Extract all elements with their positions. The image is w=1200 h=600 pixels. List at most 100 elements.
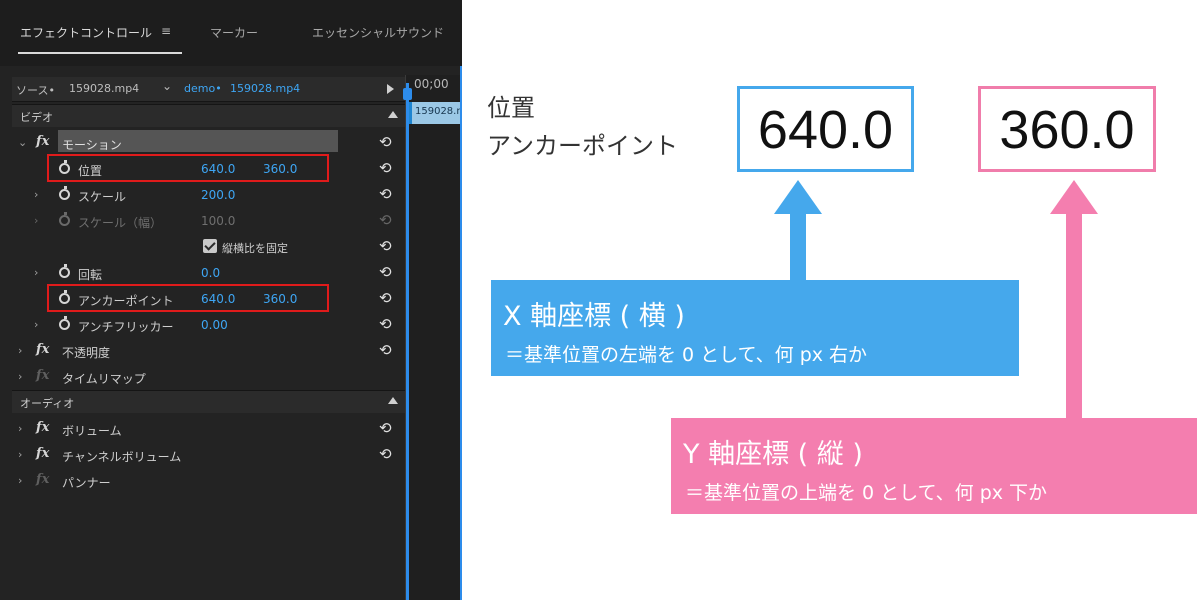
y-value-box: 360.0 xyxy=(978,86,1156,172)
source-file[interactable]: 159028.mp4 xyxy=(69,82,139,95)
stopwatch-icon xyxy=(59,212,70,226)
chevron-down-icon[interactable]: ⌄ xyxy=(18,136,27,149)
sequence-file[interactable]: 159028.mp4 xyxy=(230,82,300,95)
reset-icon[interactable]: ⟲ xyxy=(379,133,392,151)
opacity-label: 不透明度 xyxy=(62,346,111,360)
anti-flicker-value[interactable]: 0.00 xyxy=(201,318,228,332)
effect-controls-panel: エフェクトコントロール ≡ マーカー エッセンシャルサウンド ソース• 1590… xyxy=(0,0,462,600)
stopwatch-icon[interactable] xyxy=(59,264,70,278)
anchor-point-highlight-box xyxy=(47,284,329,312)
scale-label: スケール xyxy=(78,190,127,204)
chevron-right-icon[interactable]: › xyxy=(34,266,38,279)
video-section-label: ビデオ xyxy=(20,111,53,124)
active-tab-indicator xyxy=(18,52,182,54)
property-row-uniform-scale: 縦横比を固定 ⟲ xyxy=(12,234,406,260)
tab-effect-controls[interactable]: エフェクトコントロール xyxy=(20,24,152,41)
property-row-anti-flicker: › アンチフリッカー 0.00 ⟲ xyxy=(12,312,406,338)
sequence-dropdown-icon[interactable]: ⌄ xyxy=(162,79,172,93)
sequence-label[interactable]: demo• xyxy=(184,82,222,95)
reset-icon[interactable]: ⟲ xyxy=(379,289,392,307)
panel-tab-bar: エフェクトコントロール ≡ マーカー エッセンシャルサウンド xyxy=(0,0,462,66)
uniform-scale-label: 縦横比を固定 xyxy=(222,242,288,255)
chevron-right-icon[interactable]: › xyxy=(18,370,22,383)
collapse-up-icon[interactable] xyxy=(388,111,398,118)
reset-icon[interactable]: ⟲ xyxy=(379,315,392,333)
position-highlight-box xyxy=(47,154,329,182)
y-axis-description: ＝基準位置の上端を 0 として、何 px 下か xyxy=(685,482,1048,504)
reset-icon[interactable]: ⟲ xyxy=(379,341,392,359)
x-axis-description: ＝基準位置の左端を 0 として、何 px 右か xyxy=(505,344,868,366)
arrow-y-shaft xyxy=(1066,212,1082,418)
chevron-right-icon: › xyxy=(34,214,39,227)
audio-section-label: オーディオ xyxy=(20,397,75,410)
scale-width-label: スケール（幅） xyxy=(78,216,163,230)
fx-icon[interactable]: fx xyxy=(36,134,49,149)
scale-value[interactable]: 200.0 xyxy=(201,188,235,202)
tab-markers[interactable]: マーカー xyxy=(210,24,258,41)
video-section-header[interactable]: ビデオ xyxy=(12,104,406,127)
property-row-scale: › スケール 200.0 ⟲ xyxy=(12,182,406,208)
mini-timeline[interactable]: 00;00 159028.m xyxy=(403,75,462,600)
stopwatch-icon[interactable] xyxy=(59,316,70,330)
reset-icon[interactable]: ⟲ xyxy=(379,419,392,437)
chevron-right-icon[interactable]: › xyxy=(34,318,38,331)
reset-icon[interactable]: ⟲ xyxy=(379,445,392,463)
chevron-right-icon[interactable]: › xyxy=(18,344,22,357)
source-label: ソース• xyxy=(16,84,55,97)
fx-icon: fx xyxy=(36,368,50,383)
rotation-label: 回転 xyxy=(78,268,103,282)
uniform-scale-checkbox[interactable] xyxy=(203,239,217,253)
arrow-x-shaft xyxy=(790,212,806,280)
timeline-clip-label: 159028.m xyxy=(415,106,462,117)
chevron-right-icon[interactable]: › xyxy=(18,448,22,461)
panel-focus-border xyxy=(460,66,462,600)
effect-row-panner[interactable]: › fx パンナー xyxy=(12,468,406,494)
explain-label-position: 位置 xyxy=(487,94,535,122)
x-value-box: 640.0 xyxy=(737,86,914,172)
property-row-scale-width: › スケール（幅） 100.0 ⟲ xyxy=(12,208,406,234)
volume-label: ボリューム xyxy=(62,424,122,438)
time-remap-label: タイムリマップ xyxy=(62,372,146,386)
fx-icon: fx xyxy=(36,472,50,487)
chevron-right-icon[interactable]: › xyxy=(18,422,22,435)
panel-menu-icon[interactable]: ≡ xyxy=(161,24,171,38)
y-axis-title: Y 軸座標 ( 縦 ) xyxy=(683,439,863,470)
reset-icon[interactable]: ⟲ xyxy=(379,185,392,203)
effect-row-channel-volume[interactable]: › fx チャンネルボリューム ⟲ xyxy=(12,442,406,468)
effect-row-volume[interactable]: › fx ボリューム ⟲ xyxy=(12,416,406,442)
fx-icon[interactable]: fx xyxy=(36,342,49,357)
motion-label: モーション xyxy=(62,138,122,152)
playhead-handle-icon[interactable] xyxy=(403,88,412,100)
reset-icon[interactable]: ⟲ xyxy=(379,237,392,255)
fx-icon[interactable]: fx xyxy=(36,420,49,435)
source-sequence-row: ソース• 159028.mp4 ⌄ demo• 159028.mp4 xyxy=(12,77,406,102)
explain-label-anchor-point: アンカーポイント xyxy=(487,132,679,160)
x-axis-title: X 軸座標 ( 横 ) xyxy=(503,301,685,332)
arrow-up-icon xyxy=(1050,180,1098,214)
scale-width-value: 100.0 xyxy=(201,214,236,228)
arrow-up-icon xyxy=(774,180,822,214)
reset-icon[interactable]: ⟲ xyxy=(379,263,392,281)
fx-icon[interactable]: fx xyxy=(36,446,49,461)
anti-flicker-label: アンチフリッカー xyxy=(78,320,174,334)
collapse-up-icon[interactable] xyxy=(388,397,398,404)
reset-icon[interactable]: ⟲ xyxy=(379,159,392,177)
rotation-value[interactable]: 0.0 xyxy=(201,266,220,280)
y-axis-info-box: Y 軸座標 ( 縦 ) ＝基準位置の上端を 0 として、何 px 下か xyxy=(671,418,1197,514)
timecode: 00;00 xyxy=(414,77,449,91)
stopwatch-icon[interactable] xyxy=(59,186,70,200)
timeline-clip[interactable]: 159028.m xyxy=(409,102,462,124)
effect-row-time-remap[interactable]: › fx タイムリマップ xyxy=(12,364,406,390)
audio-section-header[interactable]: オーディオ xyxy=(12,390,406,413)
reset-icon: ⟲ xyxy=(379,211,392,229)
channel-volume-label: チャンネルボリューム xyxy=(62,450,182,464)
playhead[interactable] xyxy=(403,83,412,600)
effect-row-motion[interactable]: ⌄ fx モーション ⟲ xyxy=(12,130,406,156)
x-axis-info-box: X 軸座標 ( 横 ) ＝基準位置の左端を 0 として、何 px 右か xyxy=(491,280,1019,376)
play-triangle-icon[interactable] xyxy=(387,84,394,94)
panner-label: パンナー xyxy=(62,476,111,490)
tab-essential-sound[interactable]: エッセンシャルサウンド xyxy=(312,24,444,41)
effect-row-opacity[interactable]: › fx 不透明度 ⟲ xyxy=(12,338,406,364)
chevron-right-icon[interactable]: › xyxy=(18,474,22,487)
chevron-right-icon[interactable]: › xyxy=(34,188,38,201)
